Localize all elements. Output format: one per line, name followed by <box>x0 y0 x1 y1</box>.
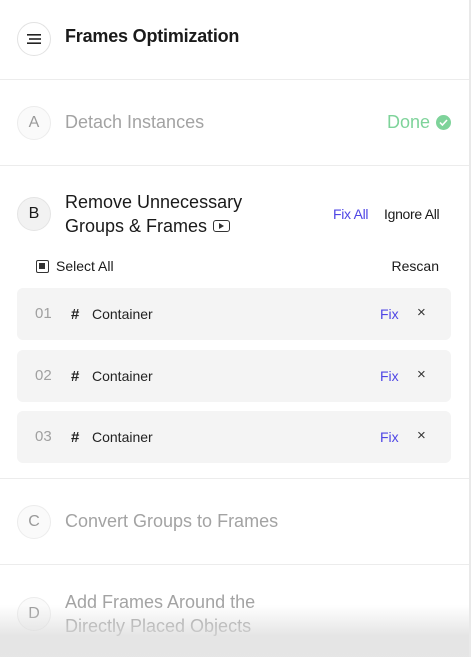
hamburger-menu-icon <box>27 34 41 44</box>
step-label-d-line1: Add Frames Around the <box>65 592 256 612</box>
step-convert-groups[interactable]: C Convert Groups to Frames <box>0 479 469 565</box>
fix-button[interactable]: Fix <box>380 306 399 322</box>
list-item[interactable]: 01 # Container Fix × <box>17 288 451 340</box>
item-number: 02 <box>35 367 52 384</box>
step-title-b-line2-row: Groups & Frames <box>65 214 295 238</box>
ignore-all-button[interactable]: Ignore All <box>384 206 440 222</box>
status-done-label: Done <box>386 112 430 132</box>
step-title-b: Remove Unnecessary Groups & Frames <box>65 190 295 238</box>
select-all-label: Select All <box>56 258 114 274</box>
item-number: 01 <box>35 305 52 322</box>
check-circle-icon <box>436 115 451 130</box>
close-icon[interactable]: × <box>417 304 426 321</box>
item-name: Container <box>92 306 153 322</box>
menu-button[interactable] <box>17 22 51 56</box>
step-add-frames[interactable]: D Add Frames Around the Directly Placed … <box>0 565 469 657</box>
item-number: 03 <box>35 428 52 445</box>
fix-all-button[interactable]: Fix All <box>333 206 369 222</box>
item-name: Container <box>92 368 153 384</box>
status-done: Done <box>387 112 451 133</box>
fix-button[interactable]: Fix <box>380 368 399 384</box>
step-label-c: Convert Groups to Frames <box>65 511 279 531</box>
step-title-b-line1: Remove Unnecessary <box>65 192 243 212</box>
list-item[interactable]: 03 # Container Fix × <box>17 411 451 463</box>
play-video-icon[interactable] <box>213 220 231 233</box>
step-detach-instances[interactable]: A Detach Instances Done <box>0 80 469 166</box>
step-label-a: Detach Instances <box>65 112 205 132</box>
step-label-d-line2: Directly Placed Objects <box>65 616 252 636</box>
page-title: Frames Optimization <box>65 26 240 46</box>
step-badge-d: D <box>17 597 51 631</box>
select-all-checkbox[interactable]: Select All <box>36 258 114 274</box>
step-remove-groups-frames: B Remove Unnecessary Groups & Frames Fix… <box>0 166 469 479</box>
step-title-b-line2: Groups & Frames <box>65 216 208 236</box>
fix-button[interactable]: Fix <box>380 429 399 445</box>
close-icon[interactable]: × <box>417 427 426 444</box>
frame-icon: # <box>71 306 80 323</box>
panel-header: Frames Optimization <box>0 0 469 80</box>
frame-icon: # <box>71 429 80 446</box>
frames-optimization-panel: Frames Optimization A Detach Instances D… <box>0 0 471 657</box>
step-badge-c: C <box>17 505 51 539</box>
step-label-d: Add Frames Around the Directly Placed Ob… <box>65 590 255 638</box>
step-badge-b: B <box>17 197 51 231</box>
frame-icon: # <box>71 368 80 385</box>
close-icon[interactable]: × <box>417 366 426 383</box>
step-badge-a: A <box>17 106 51 140</box>
list-item[interactable]: 02 # Container Fix × <box>17 350 451 402</box>
item-name: Container <box>92 429 153 445</box>
checkbox-icon <box>36 259 49 273</box>
rescan-button[interactable]: Rescan <box>392 258 439 274</box>
